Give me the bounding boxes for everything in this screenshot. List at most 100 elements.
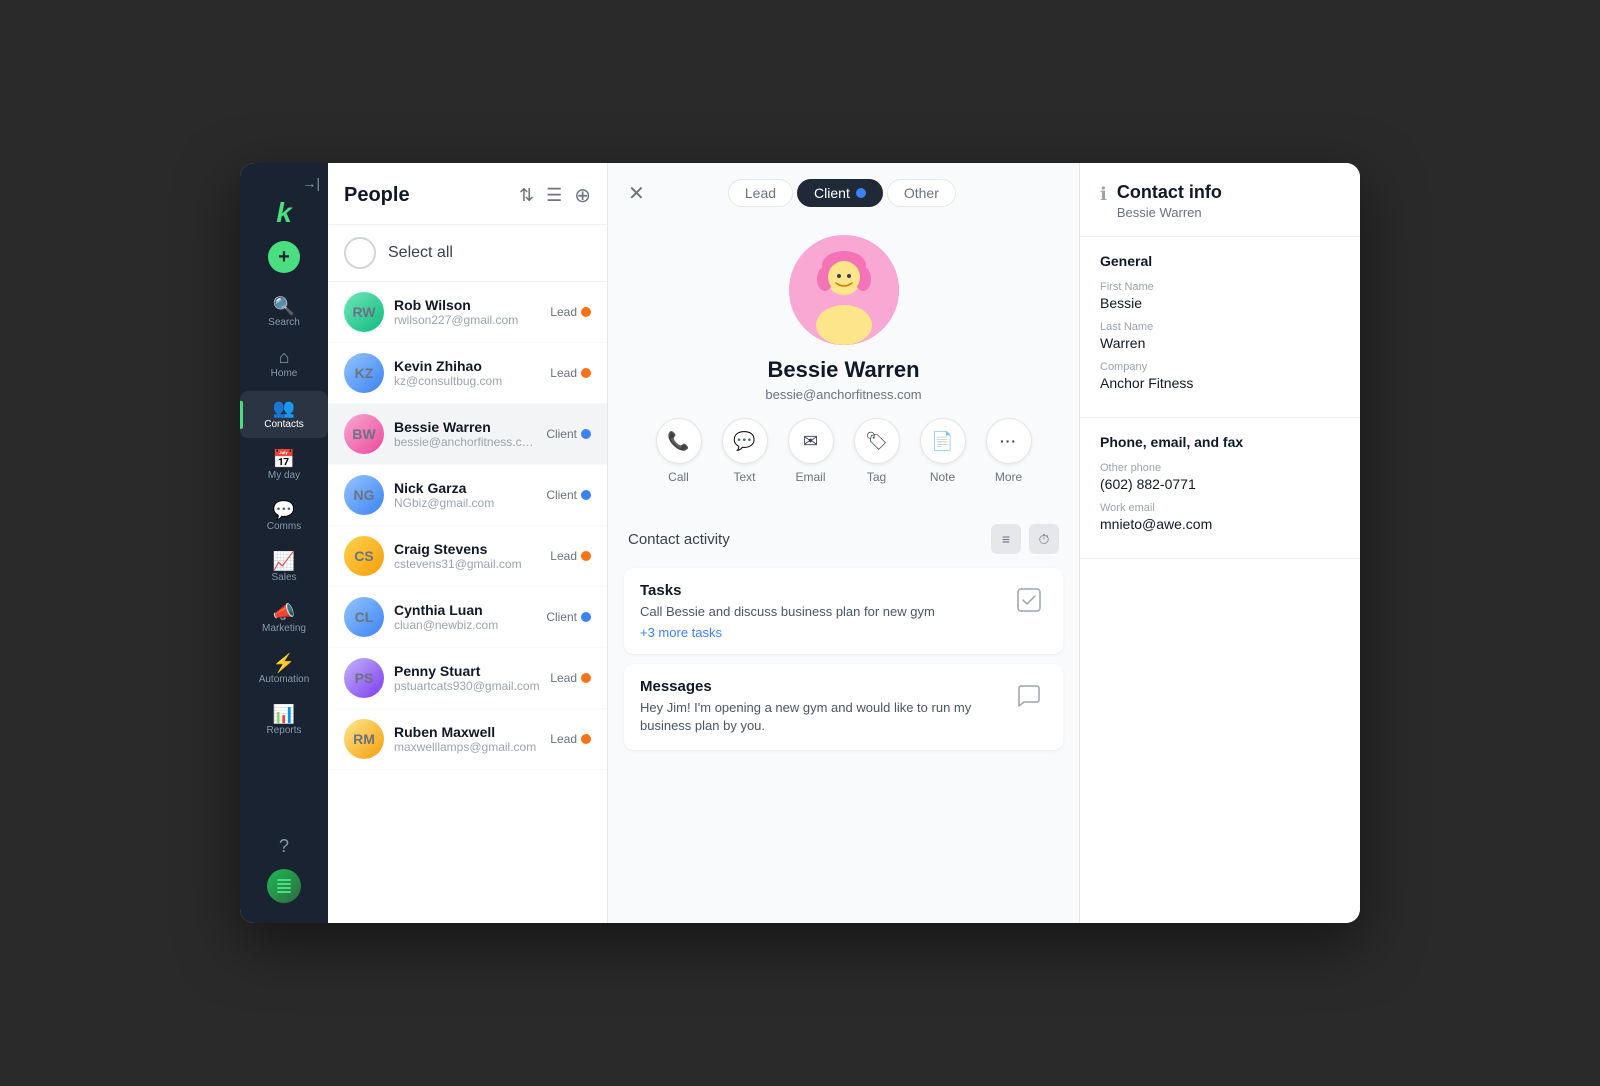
select-all-checkbox[interactable] (344, 237, 376, 269)
sidebar-item-home[interactable]: ⌂ Home (240, 340, 328, 387)
contact-badge: Client (546, 427, 591, 441)
profile-section: Bessie Warren bessie@anchorfitness.com 📞… (636, 223, 1052, 524)
close-button[interactable]: ✕ (628, 181, 645, 206)
select-all-label: Select all (388, 244, 453, 262)
filter-button[interactable]: ☰ (546, 185, 562, 206)
contact-name: Bessie Warren (394, 419, 536, 435)
note-label: Note (930, 470, 955, 484)
contact-name: Kevin Zhihao (394, 358, 540, 374)
messages-card-title: Messages (640, 678, 999, 695)
sidebar-item-reports[interactable]: 📊 Reports (240, 697, 328, 744)
more-icon: ··· (986, 418, 1032, 464)
text-label: Text (733, 470, 755, 484)
sidebar-item-comms[interactable]: 💬 Comms (240, 493, 328, 540)
sales-icon: 📈 (273, 552, 295, 570)
sidebar-item-automation[interactable]: ⚡ Automation (240, 646, 328, 693)
sidebar-add-button[interactable]: + (268, 241, 300, 273)
note-icon: 📄 (920, 418, 966, 464)
add-contact-button[interactable]: ⊕ (574, 183, 591, 208)
contact-email: pstuartcats930@gmail.com (394, 679, 540, 693)
sidebar-item-sales[interactable]: 📈 Sales (240, 544, 328, 591)
sidebar-collapse-button[interactable]: →| (302, 175, 320, 191)
last-name-field: Last Name Warren (1100, 321, 1340, 351)
tasks-card-icon (1011, 582, 1047, 618)
messages-card-icon (1011, 678, 1047, 714)
select-all-row: Select all (328, 225, 607, 282)
tab-client[interactable]: Client (797, 179, 883, 207)
marketing-icon: 📣 (273, 603, 295, 621)
user-avatar-icon (277, 879, 291, 893)
contact-list-item[interactable]: RM Ruben Maxwell maxwelllamps@gmail.com … (328, 709, 607, 770)
work-email-label: Work email (1100, 502, 1340, 514)
first-name-field: First Name Bessie (1100, 281, 1340, 311)
last-name-value: Warren (1100, 335, 1340, 351)
tab-lead[interactable]: Lead (728, 179, 793, 207)
contact-name: Cynthia Luan (394, 602, 536, 618)
contact-avatar: CS (344, 536, 384, 576)
help-button[interactable]: ? (279, 836, 289, 857)
messages-card: Messages Hey Jim! I'm opening a new gym … (624, 664, 1063, 749)
badge-label: Client (546, 427, 577, 441)
contact-info-col: Craig Stevens cstevens31@gmail.com (394, 541, 540, 571)
contact-list-item[interactable]: BW Bessie Warren bessie@anchorfitness.co… (328, 404, 607, 465)
contact-email: NGbiz@gmail.com (394, 496, 536, 510)
contact-list-item[interactable]: PS Penny Stuart pstuartcats930@gmail.com… (328, 648, 607, 709)
badge-label: Client (546, 610, 577, 624)
more-button[interactable]: ··· More (986, 418, 1032, 484)
sidebar-item-label-comms: Comms (267, 522, 301, 532)
work-email-value: mnieto@awe.com (1100, 516, 1340, 532)
contact-info-col: Nick Garza NGbiz@gmail.com (394, 480, 536, 510)
sidebar-item-search[interactable]: 🔍 Search (240, 289, 328, 336)
tag-button[interactable]: 🏷 Tag (854, 418, 900, 484)
text-button[interactable]: 💬 Text (722, 418, 768, 484)
sidebar-item-marketing[interactable]: 📣 Marketing (240, 595, 328, 642)
people-header: People ⇅ ☰ ⊕ (328, 163, 607, 225)
contact-email: maxwelllamps@gmail.com (394, 740, 540, 754)
contact-list-item[interactable]: CL Cynthia Luan cluan@newbiz.com Client (328, 587, 607, 648)
contact-list-item[interactable]: CS Craig Stevens cstevens31@gmail.com Le… (328, 526, 607, 587)
company-field: Company Anchor Fitness (1100, 361, 1340, 391)
sort-button[interactable]: ⇅ (519, 185, 534, 206)
other-phone-label: Other phone (1100, 462, 1340, 474)
contact-list: RW Rob Wilson rwilson227@gmail.com Lead … (328, 282, 607, 923)
contact-list-item[interactable]: KZ Kevin Zhihao kz@consultbug.com Lead (328, 343, 607, 404)
comms-icon: 💬 (273, 501, 295, 519)
contact-name: Nick Garza (394, 480, 536, 496)
call-button[interactable]: 📞 Call (656, 418, 702, 484)
activity-list-icon[interactable]: ≡ (991, 524, 1021, 554)
badge-label: Lead (550, 549, 577, 563)
email-button[interactable]: ✉ Email (788, 418, 834, 484)
contact-avatar: KZ (344, 353, 384, 393)
badge-dot (581, 673, 591, 683)
contact-email: kz@consultbug.com (394, 374, 540, 388)
automation-icon: ⚡ (273, 654, 295, 672)
contact-list-item[interactable]: NG Nick Garza NGbiz@gmail.com Client (328, 465, 607, 526)
contact-info-col: Cynthia Luan cluan@newbiz.com (394, 602, 536, 632)
contact-list-item[interactable]: RW Rob Wilson rwilson227@gmail.com Lead (328, 282, 607, 343)
contact-avatar: RW (344, 292, 384, 332)
badge-dot (581, 734, 591, 744)
tasks-card-more[interactable]: +3 more tasks (640, 625, 999, 640)
badge-label: Lead (550, 732, 577, 746)
contact-badge: Lead (550, 671, 591, 685)
activity-clock-icon[interactable]: ⏱ (1029, 524, 1059, 554)
note-button[interactable]: 📄 Note (920, 418, 966, 484)
badge-label: Lead (550, 671, 577, 685)
contact-avatar: RM (344, 719, 384, 759)
contact-email: cluan@newbiz.com (394, 618, 536, 632)
badge-dot (581, 612, 591, 622)
sidebar-item-label-search: Search (268, 318, 300, 328)
contact-info-col: Penny Stuart pstuartcats930@gmail.com (394, 663, 540, 693)
contact-badge: Client (546, 610, 591, 624)
call-icon: 📞 (656, 418, 702, 464)
sidebar-item-myday[interactable]: 📅 My day (240, 442, 328, 489)
user-avatar-button[interactable] (267, 869, 301, 903)
badge-dot (581, 551, 591, 561)
sidebar: →| k + 🔍 Search ⌂ Home 👥 Contacts 📅 My d… (240, 163, 328, 923)
tab-other[interactable]: Other (887, 179, 956, 207)
other-phone-field: Other phone (602) 882-0771 (1100, 462, 1340, 492)
badge-dot (581, 429, 591, 439)
sidebar-item-contacts[interactable]: 👥 Contacts (240, 391, 328, 438)
contact-info-col: Ruben Maxwell maxwelllamps@gmail.com (394, 724, 540, 754)
contact-email: bessie@anchorfitness.com (394, 435, 536, 449)
